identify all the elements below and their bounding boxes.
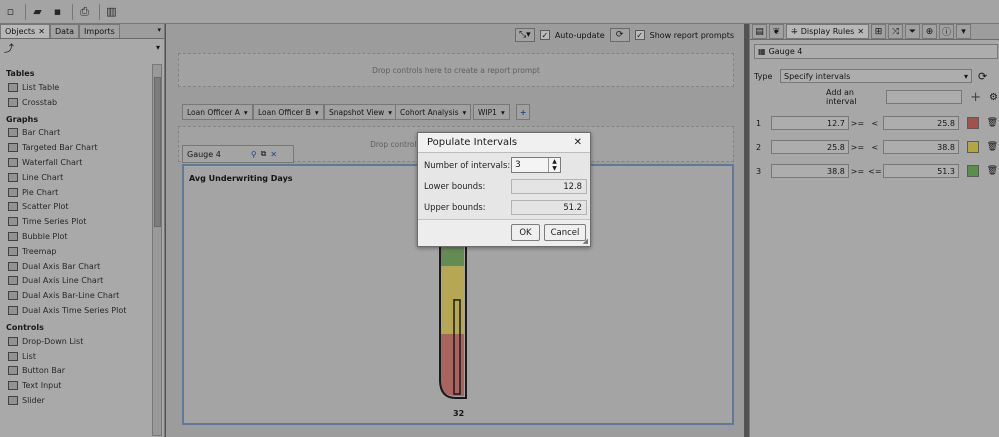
spinner-arrows-icon[interactable]: ▲ ▼ [548, 158, 560, 172]
cancel-button[interactable]: Cancel [544, 224, 586, 241]
upper-bounds-row: Upper bounds: [424, 199, 486, 215]
upper-bounds-label: Upper bounds: [424, 202, 486, 212]
dialog-title: Populate Intervals [427, 137, 518, 148]
resize-grip-icon[interactable]: ◢ [583, 237, 588, 245]
ok-button[interactable]: OK [511, 224, 540, 241]
close-icon[interactable]: ✕ [574, 137, 582, 148]
num-intervals-row: Number of intervals: [424, 157, 510, 173]
lower-bounds-label: Lower bounds: [424, 181, 486, 191]
lower-bounds-field[interactable]: 12.8 [511, 179, 587, 194]
num-intervals-label: Number of intervals: [424, 160, 511, 170]
populate-intervals-dialog: Populate Intervals ✕ Number of intervals… [417, 132, 591, 247]
upper-bounds-field[interactable]: 51.2 [511, 200, 587, 215]
num-intervals-value[interactable]: 3 [512, 160, 548, 170]
lower-bounds-row: Lower bounds: [424, 178, 485, 194]
num-intervals-spinner[interactable]: 3 ▲ ▼ [511, 157, 561, 173]
dialog-titlebar: Populate Intervals ✕ [418, 133, 590, 153]
